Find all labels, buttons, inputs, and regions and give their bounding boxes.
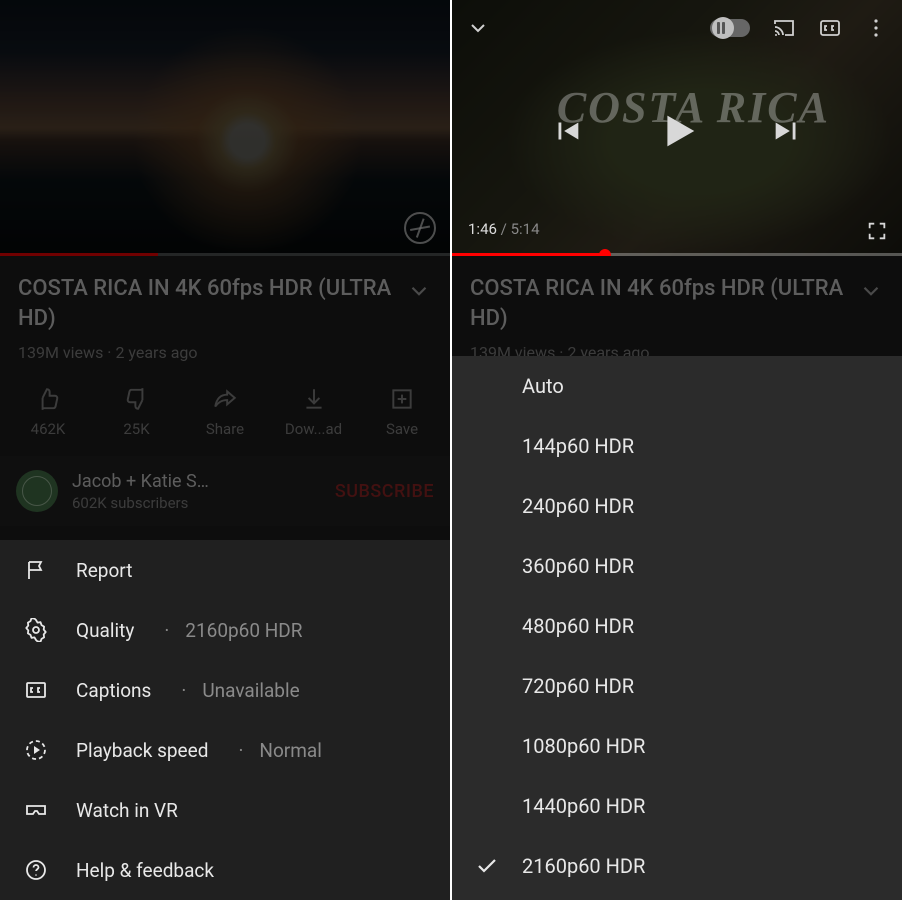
quality-option[interactable]: 2160p60 HDR <box>452 836 902 896</box>
quality-option-label: 1080p60 HDR <box>522 734 645 758</box>
vr-headset-icon <box>24 798 48 822</box>
menu-item-captions[interactable]: Captions · Unavailable <box>0 660 450 720</box>
previous-track-icon[interactable] <box>550 114 584 148</box>
quality-option[interactable]: 360p60 HDR <box>452 536 902 596</box>
menu-value: Unavailable <box>202 679 299 702</box>
menu-label: Report <box>76 559 132 582</box>
menu-item-quality[interactable]: Quality · 2160p60 HDR <box>0 600 450 660</box>
captions-toggle-icon[interactable] <box>818 16 842 40</box>
menu-label: Captions <box>76 679 151 702</box>
menu-item-playback-speed[interactable]: Playback speed · Normal <box>0 720 450 780</box>
quality-option-label: Auto <box>522 374 564 398</box>
video-thumbnail <box>0 0 450 256</box>
checkmark-icon <box>475 854 499 878</box>
captions-icon <box>24 678 48 702</box>
menu-item-report[interactable]: Report <box>0 540 450 600</box>
menu-item-watch-in-vr[interactable]: Watch in VR <box>0 780 450 840</box>
quality-option[interactable]: 1440p60 HDR <box>452 776 902 836</box>
quality-option-label: 360p60 HDR <box>522 554 634 578</box>
channel-name[interactable]: Jacob + Katie S… <box>72 471 321 492</box>
quality-option[interactable]: Auto <box>452 356 902 416</box>
fullscreen-icon[interactable] <box>866 220 888 242</box>
gear-icon <box>24 618 48 642</box>
download-label: Dow...ad <box>285 420 342 438</box>
autoplay-toggle[interactable] <box>710 19 750 37</box>
left-screenshot: COSTA RICA IN 4K 60fps HDR (ULTRA HD) 13… <box>0 0 450 900</box>
quality-bottom-sheet: Auto 144p60 HDR 240p60 HDR 360p60 HDR 480p60… <box>452 356 902 900</box>
settings-bottom-sheet: Report Quality · 2160p60 HDR Captions · … <box>0 540 450 900</box>
flag-icon <box>24 558 48 582</box>
expand-description-icon[interactable] <box>406 278 432 304</box>
dislike-count: 25K <box>123 420 149 438</box>
cast-icon[interactable] <box>772 16 796 40</box>
subscribe-button[interactable]: SUBSCRIBE <box>335 481 434 502</box>
quality-option[interactable]: 720p60 HDR <box>452 656 902 716</box>
like-button[interactable]: 462K <box>12 386 84 438</box>
checkmark-slot <box>452 854 522 878</box>
player-top-bar <box>452 0 902 56</box>
menu-value: 2160p60 HDR <box>185 619 302 642</box>
quality-option-label: 720p60 HDR <box>522 674 634 698</box>
quality-option-label: 240p60 HDR <box>522 494 634 518</box>
video-title[interactable]: COSTA RICA IN 4K 60fps HDR (ULTRA HD) <box>18 274 396 333</box>
share-button[interactable]: Share <box>189 386 261 438</box>
download-icon <box>301 386 327 412</box>
menu-label: Help & feedback <box>76 859 214 882</box>
quality-option[interactable]: 240p60 HDR <box>452 476 902 536</box>
quality-option-label: 480p60 HDR <box>522 614 634 638</box>
progress-bar[interactable] <box>0 253 450 256</box>
video-player-right[interactable]: COSTA RICA 1:46 / 5:14 <box>452 0 902 256</box>
thumbs-up-icon <box>35 386 61 412</box>
collapse-player-icon[interactable] <box>466 16 490 40</box>
save-icon <box>389 386 415 412</box>
quality-option-label: 2160p60 HDR <box>522 854 645 878</box>
quality-option[interactable]: 1080p60 HDR <box>452 716 902 776</box>
like-count: 462K <box>31 420 66 438</box>
thumbs-down-icon <box>124 386 150 412</box>
download-button[interactable]: Dow...ad <box>278 386 350 438</box>
time-display: 1:46 / 5:14 <box>468 220 540 238</box>
current-time: 1:46 <box>468 220 497 238</box>
save-button[interactable]: Save <box>366 386 438 438</box>
duration: 5:14 <box>511 220 540 238</box>
play-button-icon[interactable] <box>654 108 700 154</box>
video-player-left[interactable] <box>0 0 450 256</box>
action-bar: 462K 25K Share Dow...ad Save <box>0 372 450 456</box>
dislike-button[interactable]: 25K <box>101 386 173 438</box>
quality-option[interactable]: 480p60 HDR <box>452 596 902 656</box>
channel-row[interactable]: Jacob + Katie S… 602K subscribers SUBSCR… <box>0 456 450 526</box>
menu-label: Playback speed <box>76 739 208 762</box>
quality-option-label: 1440p60 HDR <box>522 794 645 818</box>
channel-avatar[interactable] <box>16 470 58 512</box>
next-track-icon[interactable] <box>770 114 804 148</box>
channel-watermark-icon[interactable] <box>404 212 436 244</box>
channel-subscribers: 602K subscribers <box>72 494 321 512</box>
video-views-age: 139M views · 2 years ago <box>18 343 432 362</box>
menu-item-help-feedback[interactable]: Help & feedback <box>0 840 450 900</box>
quality-option-label: 144p60 HDR <box>522 434 634 458</box>
more-vertical-icon[interactable] <box>864 16 888 40</box>
menu-label: Quality <box>76 619 134 642</box>
player-center-controls <box>452 108 902 154</box>
video-metadata: COSTA RICA IN 4K 60fps HDR (ULTRA HD) 13… <box>0 256 450 372</box>
menu-label: Watch in VR <box>76 799 178 822</box>
share-icon <box>212 386 238 412</box>
help-icon <box>24 858 48 882</box>
share-label: Share <box>206 420 244 438</box>
playback-speed-icon <box>24 738 48 762</box>
save-label: Save <box>386 420 418 438</box>
menu-value: Normal <box>259 739 321 762</box>
right-screenshot: COSTA RICA 1:46 / 5:14 <box>452 0 902 900</box>
quality-option[interactable]: 144p60 HDR <box>452 416 902 476</box>
